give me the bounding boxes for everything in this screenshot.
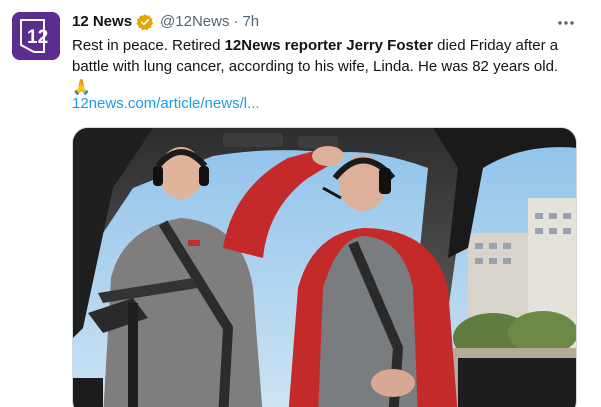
tweet[interactable]: 12 12 News @12News · 7h Rest in peace. R… <box>0 0 601 407</box>
svg-text:12: 12 <box>27 27 48 48</box>
tweet-header: 12 News @12News · 7h <box>72 12 561 32</box>
tweet-media-image[interactable] <box>72 127 577 407</box>
tweet-text-part1: Rest in peace. Retired <box>72 37 225 54</box>
tweet-text-bold: 12News reporter Jerry Foster <box>224 37 434 54</box>
timestamp[interactable]: 7h <box>242 12 259 32</box>
helicopter-cockpit-photo <box>73 128 576 407</box>
12-news-logo-icon: 12 <box>12 12 60 60</box>
article-link[interactable]: 12news.com/article/news/l... <box>72 94 260 114</box>
tweet-text: Rest in peace. Retired 12News reporter J… <box>72 35 587 98</box>
display-name[interactable]: 12 News <box>72 12 132 32</box>
verified-badge-icon[interactable] <box>136 13 154 31</box>
avatar[interactable]: 12 <box>12 12 60 60</box>
separator-dot: · <box>233 13 239 30</box>
handle[interactable]: @12News <box>160 12 229 32</box>
more-options-button[interactable] <box>553 12 579 34</box>
more-dots-icon <box>558 21 574 25</box>
